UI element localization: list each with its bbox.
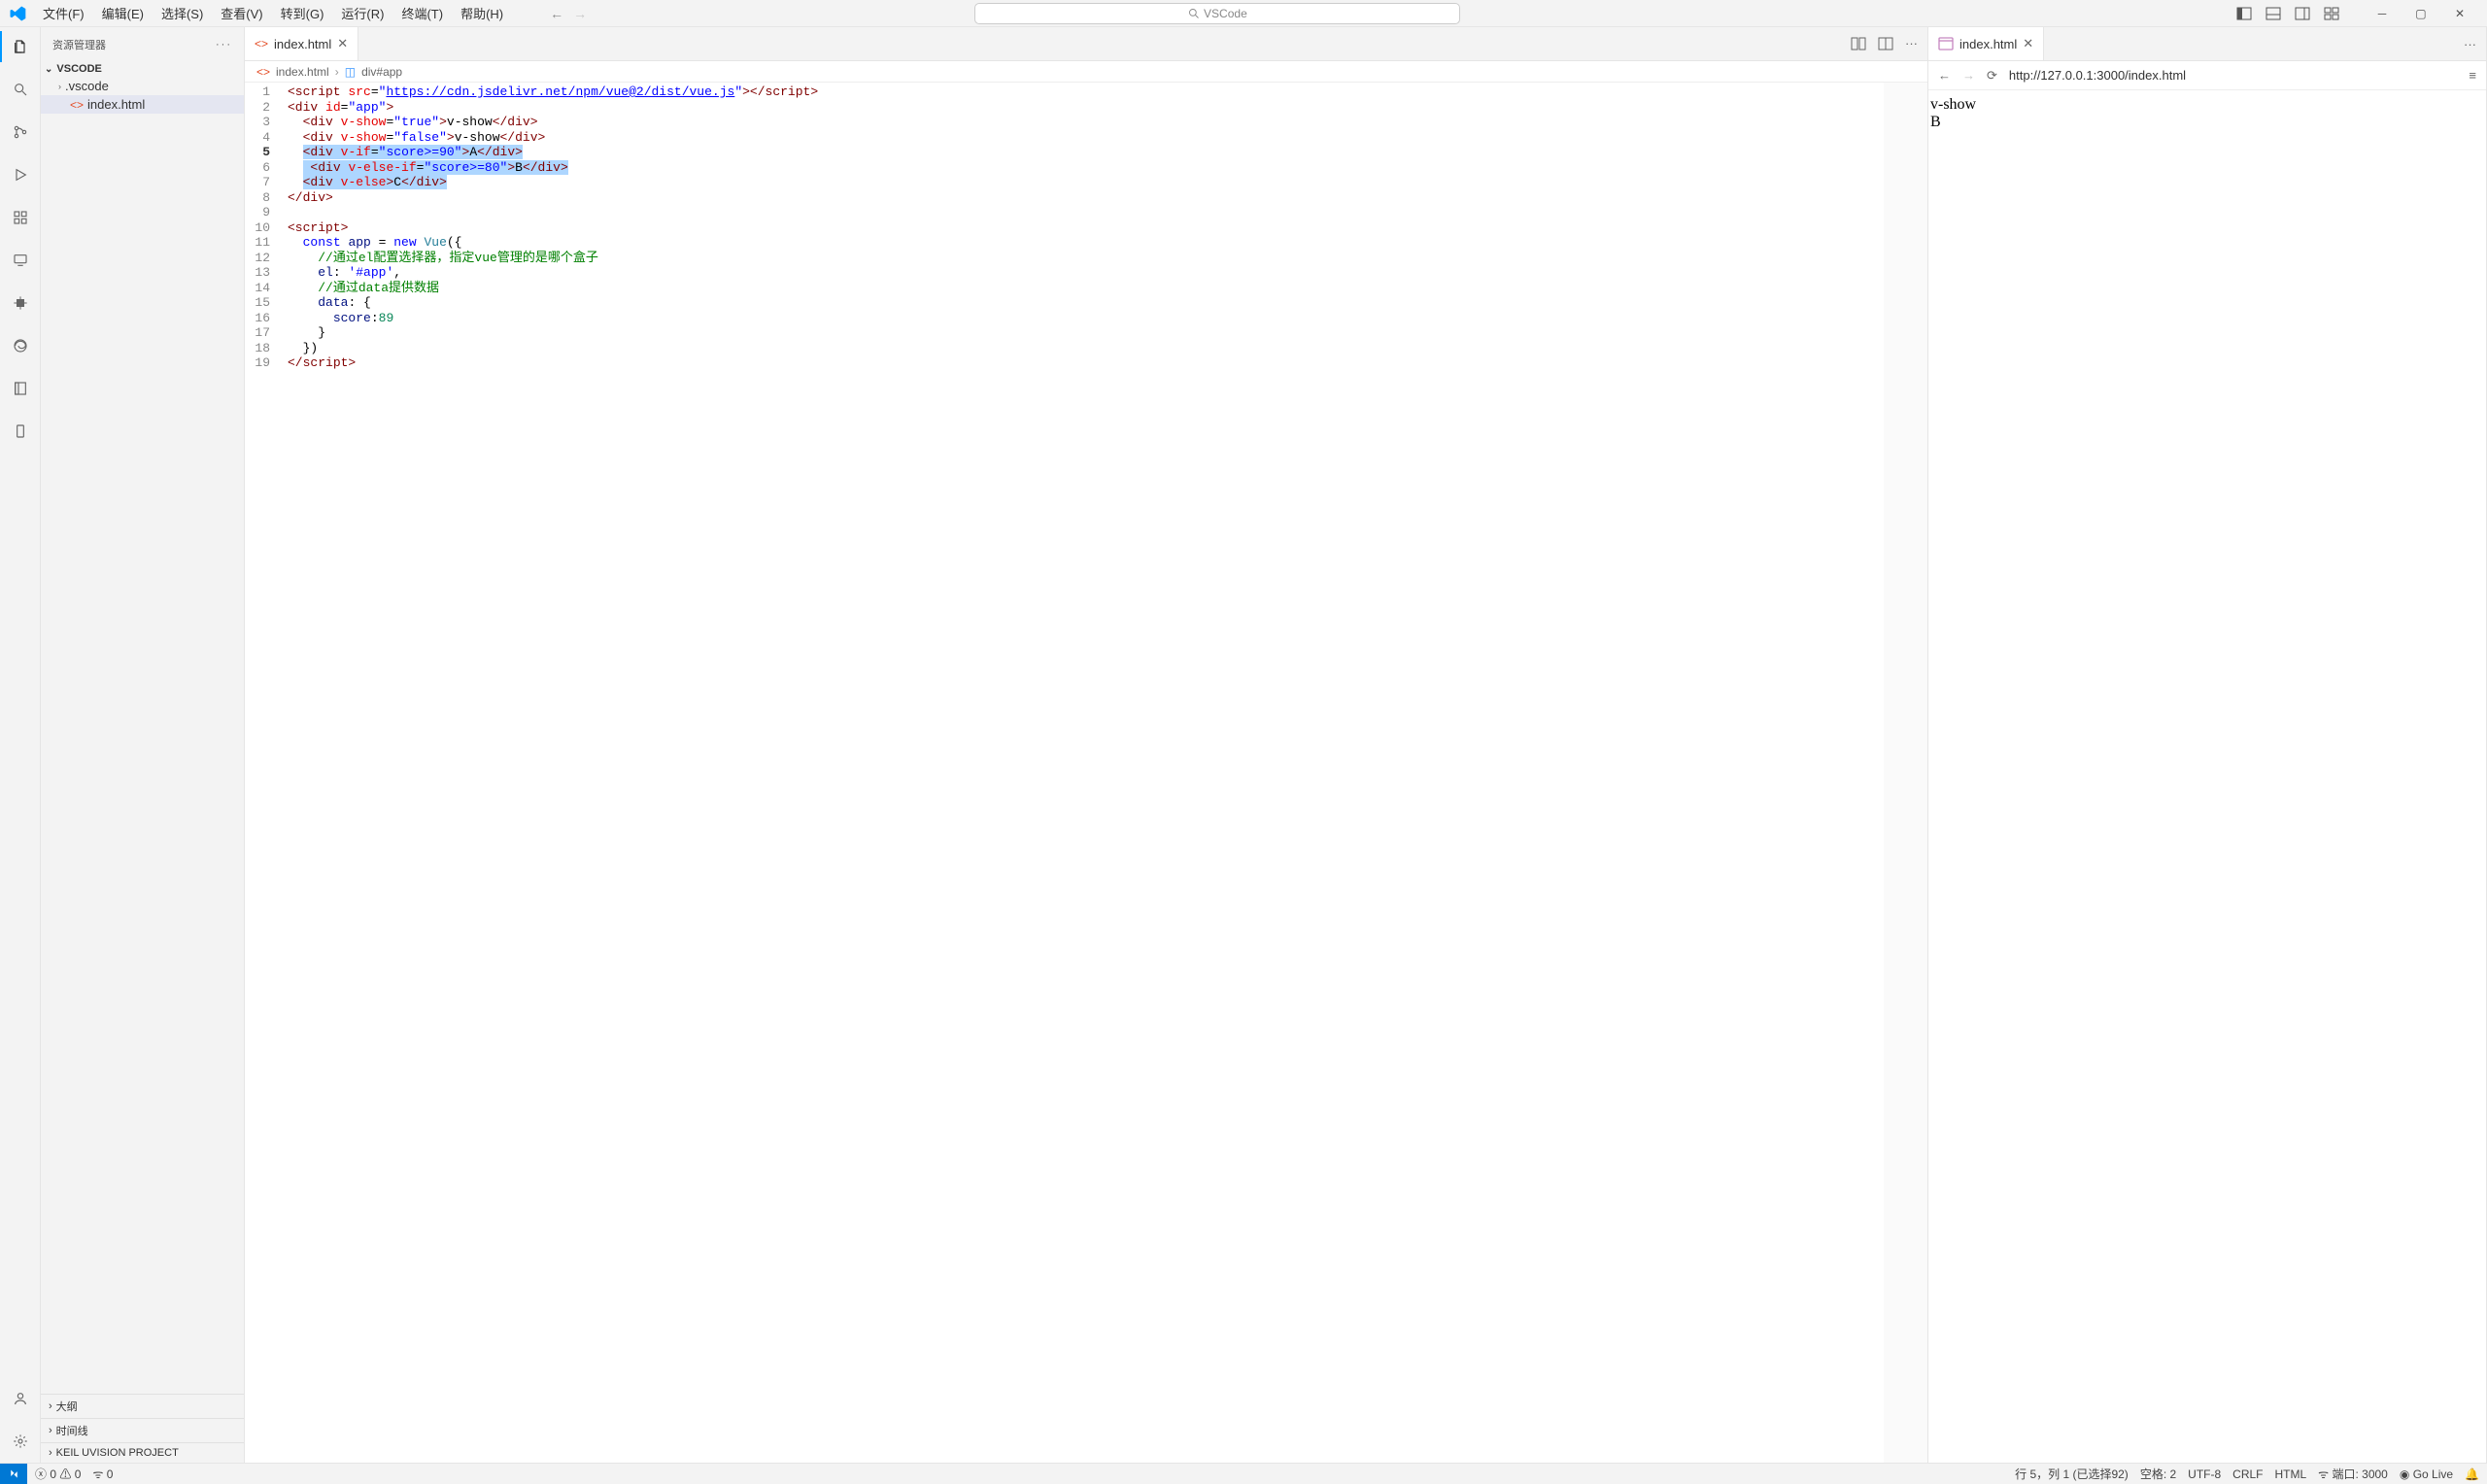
split-compare-icon[interactable] <box>1851 36 1866 51</box>
status-errors[interactable]: ⓧ 0 ⚠ 0 <box>35 1466 81 1482</box>
browser-viewport: v-show B <box>1928 90 2486 137</box>
broadcast-icon: ◉ <box>2400 1467 2409 1481</box>
menu-edit[interactable]: 编辑(E) <box>94 1 152 25</box>
browser-url[interactable]: http://127.0.0.1:3000/index.html <box>2009 68 2186 83</box>
layout-secondary-sidebar-icon[interactable] <box>2295 6 2310 21</box>
menu-bar: 文件(F) 编辑(E) 选择(S) 查看(V) 转到(G) 运行(R) 终端(T… <box>35 1 511 25</box>
editor-group-right: index.html ✕ ··· ← → ⟳ http://127.0.0.1:… <box>1928 27 2487 1463</box>
minimap[interactable] <box>1884 83 1927 1463</box>
activity-extensions-icon[interactable] <box>9 206 32 229</box>
preview-line: v-show <box>1930 96 2484 114</box>
explorer-sidebar: 资源管理器 ··· ⌄ VSCODE › .vscode <> index.ht… <box>41 27 245 1463</box>
vscode-logo-icon <box>8 4 27 23</box>
menu-view[interactable]: 查看(V) <box>213 1 270 25</box>
layout-panel-icon[interactable] <box>2266 6 2281 21</box>
sidebar-section-keil: ›KEIL UVISION PROJECT <box>41 1442 244 1463</box>
status-encoding[interactable]: UTF-8 <box>2188 1467 2221 1481</box>
status-spaces[interactable]: 空格: 2 <box>2140 1466 2176 1482</box>
menu-help[interactable]: 帮助(H) <box>453 1 511 25</box>
activity-cortex-icon[interactable] <box>9 291 32 315</box>
split-editor-icon[interactable] <box>1878 36 1893 51</box>
search-placeholder: VSCode <box>1204 7 1247 20</box>
status-port-forward[interactable]: ᯤ 端口: 3000 <box>2318 1466 2388 1482</box>
error-icon: ⓧ <box>35 1467 47 1481</box>
antenna-icon: ᯤ <box>92 1467 103 1481</box>
sidebar-section-outline[interactable]: ›大纲 <box>41 1394 244 1418</box>
menu-go[interactable]: 转到(G) <box>273 1 332 25</box>
menu-terminal[interactable]: 终端(T) <box>393 1 451 25</box>
status-remote-icon[interactable] <box>0 1464 27 1484</box>
browser-tab-index-html[interactable]: index.html ✕ <box>1928 27 2044 60</box>
activity-remote-explorer-icon[interactable] <box>9 249 32 272</box>
close-icon[interactable]: ✕ <box>2023 36 2033 51</box>
menu-run[interactable]: 运行(R) <box>333 1 392 25</box>
browser-back-icon[interactable]: ← <box>1938 68 1951 83</box>
browser-menu-icon[interactable]: ≡ <box>2469 68 2476 83</box>
tree-folder-vscode[interactable]: › .vscode <box>41 77 244 95</box>
activity-explorer-icon[interactable] <box>9 35 32 58</box>
symbol-field-icon: ◫ <box>345 65 356 79</box>
breadcrumb[interactable]: <> index.html › ◫ div#app <box>245 61 1927 83</box>
status-cursor[interactable]: 行 5，列 1 (已选择92) <box>2015 1466 2129 1482</box>
browser-preview-icon <box>1938 36 1954 51</box>
activity-source-control-icon[interactable] <box>9 120 32 144</box>
activity-bar <box>0 27 41 1463</box>
chevron-right-icon: › <box>49 1425 52 1436</box>
activity-run-debug-icon[interactable] <box>9 163 32 186</box>
layout-primary-sidebar-icon[interactable] <box>2236 6 2252 21</box>
status-ports[interactable]: ᯤ 0 <box>92 1466 113 1482</box>
status-language[interactable]: HTML <box>2275 1467 2307 1481</box>
chevron-right-icon: › <box>49 1400 52 1412</box>
preview-line: B <box>1930 114 2484 131</box>
chevron-right-icon: › <box>58 82 61 91</box>
activity-settings-icon[interactable] <box>9 1430 32 1453</box>
activity-edge-icon[interactable] <box>9 334 32 357</box>
editor-tab-index-html[interactable]: <> index.html ✕ <box>245 27 358 60</box>
activity-search-icon[interactable] <box>9 78 32 101</box>
window-close-icon[interactable]: ✕ <box>2440 0 2479 27</box>
nav-back-icon[interactable]: ← <box>550 6 563 21</box>
status-go-live[interactable]: ◉ Go Live <box>2400 1467 2453 1481</box>
menu-file[interactable]: 文件(F) <box>35 1 92 25</box>
command-center[interactable]: VSCode <box>974 3 1460 24</box>
sidebar-more-icon[interactable]: ··· <box>216 39 232 51</box>
html-file-icon: <> <box>256 65 270 79</box>
window-minimize-icon[interactable]: ─ <box>2363 0 2402 27</box>
chevron-down-icon: ⌄ <box>45 64 52 75</box>
activity-account-icon[interactable] <box>9 1387 32 1410</box>
tree-file-index-html[interactable]: <> index.html <box>41 95 244 114</box>
status-bell-icon[interactable]: 🔔 <box>2465 1467 2479 1481</box>
editor-group-left: <> index.html ✕ ··· <> index.html › ◫ di… <box>245 27 1928 1463</box>
html-file-icon: <> <box>70 98 84 112</box>
browser-reload-icon[interactable]: ⟳ <box>1987 68 1997 84</box>
browser-forward-icon[interactable]: → <box>1962 68 1975 83</box>
activity-bookmark-icon[interactable] <box>9 377 32 400</box>
sidebar-section-timeline[interactable]: ›时间线 <box>41 1418 244 1442</box>
close-icon[interactable]: ✕ <box>337 36 348 51</box>
menu-select[interactable]: 选择(S) <box>153 1 211 25</box>
customize-layout-icon[interactable] <box>2324 6 2339 21</box>
search-icon <box>1188 8 1200 19</box>
status-eol[interactable]: CRLF <box>2232 1467 2263 1481</box>
warning-icon: ⚠ <box>59 1467 71 1481</box>
more-actions-icon[interactable]: ··· <box>2464 37 2476 51</box>
broadcast-icon: ᯤ <box>2318 1467 2329 1481</box>
activity-device-icon[interactable] <box>9 420 32 443</box>
chevron-right-icon: › <box>49 1447 52 1459</box>
browser-toolbar: ← → ⟳ http://127.0.0.1:3000/index.html ≡ <box>1928 61 2486 90</box>
status-bar: ⓧ 0 ⚠ 0 ᯤ 0 行 5，列 1 (已选择92) 空格: 2 UTF-8 … <box>0 1463 2487 1484</box>
html-file-icon: <> <box>255 37 268 51</box>
more-actions-icon[interactable]: ··· <box>1905 36 1918 51</box>
code-editor[interactable]: 12345678910111213141516171819 <script sr… <box>245 83 1927 1463</box>
nav-forward-icon[interactable]: → <box>573 6 587 21</box>
sidebar-root[interactable]: ⌄ VSCODE <box>41 61 244 77</box>
title-bar: 文件(F) 编辑(E) 选择(S) 查看(V) 转到(G) 运行(R) 终端(T… <box>0 0 2487 27</box>
window-maximize-icon[interactable]: ▢ <box>2402 0 2440 27</box>
chevron-right-icon: › <box>335 65 339 79</box>
sidebar-title: 资源管理器 <box>52 37 106 52</box>
